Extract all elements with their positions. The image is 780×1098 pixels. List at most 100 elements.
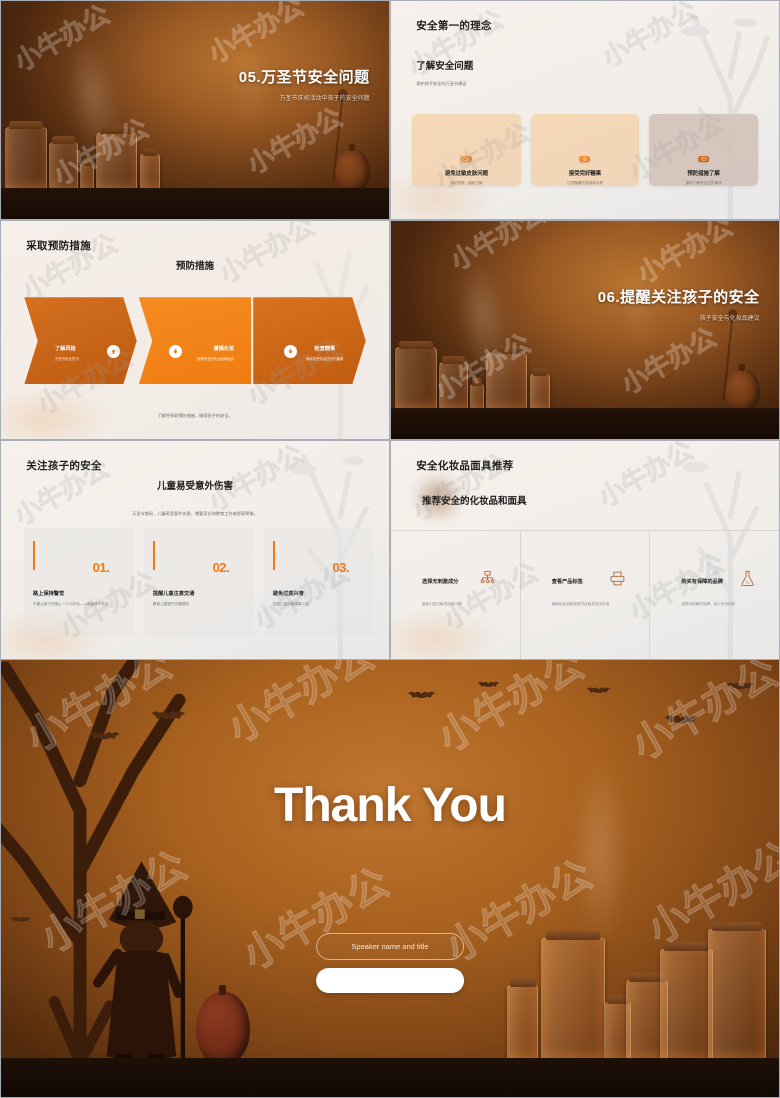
glass-jar [4,120,48,193]
arrow-title: 谨慎化妆 [213,346,235,353]
card-text: 避免过度兴奋 控制儿童的糖果摄入量 [273,590,366,608]
bat-icon [87,726,122,752]
slide-2-description: 保护孩子安全的万圣节建议 [416,80,467,86]
card-text: 路上保持警觉 不要让孩子在晚上一个人外出——确保孩子安全 [33,590,126,608]
hierarchy-icon [479,570,496,592]
arrow-down-icon [283,345,297,359]
slide-6-column-row: 选择无刺激成分 避免引发过敏或皮肤问题 查看产品标签 确保化妆品和面具符合相关安… [391,530,779,659]
bat-icon [9,913,32,930]
slide-6-safe-cosmetics-masks[interactable]: 安全化妆品面具推荐 推荐安全的化妆品和面具 选择无刺激成分 避免引发过敏或皮肤问… [390,440,780,660]
arrow-title: 了解风险 [54,346,76,353]
measure-arrow[interactable]: 谨慎化妆 推荐安全的化妆品和面具 [138,297,252,385]
target-icon [579,155,591,163]
bat-icon [149,704,188,735]
info-card-desc: 注意糖果的质量和对策 [567,181,603,186]
glass-jar [48,135,79,193]
arrow-shape [253,297,366,385]
bat-icon [476,677,501,697]
pumpkin-decoration [334,144,370,193]
glass-jar [707,922,766,1067]
card-number: 03. [332,559,350,575]
shelf-surface [1,188,389,219]
accent-bar [33,541,36,570]
card-number: 02. [212,559,230,575]
info-card[interactable]: 预防措施了解 提前了解安全注意事项 [649,114,758,187]
slide-5-card-row: 01. 路上保持警觉 不要让孩子在晚上一个人外出——确保孩子安全 02. 提醒儿… [24,528,374,638]
card-title: 路上保持警觉 [33,591,65,598]
slide-1-title: 05.万圣节安全问题 [238,69,370,87]
info-card[interactable]: 避免过敏皮肤问题 保护肌肤，避免过敏 [412,114,521,187]
column-header-row: 查看产品标签 [552,570,626,592]
slide-1-subtitle: 万圣节庆祝活动中孩子的安全问题 [279,96,370,103]
glass-jar [530,368,550,413]
arrow-text: 谨慎化妆 推荐安全的化妆品和面具 [182,345,234,362]
measure-arrow[interactable]: 检查糖果 确保接受包装完好的糖果 [253,297,366,385]
accent-bar [272,541,275,570]
glass-jar [486,346,527,413]
slide-1-halloween-safety-title[interactable]: 05.万圣节安全问题 万圣节庆祝活动中孩子的安全问题 小牛办公 小牛办公 小牛办… [0,0,390,220]
arrow-content: 谨慎化妆 推荐安全的化妆品和面具 [169,345,234,362]
numbered-card[interactable]: 01. 路上保持警觉 不要让孩子在晚上一个人外出——确保孩子安全 [24,528,134,638]
folder-icon [460,155,472,163]
shelf-surface [391,408,779,439]
column-desc: 选择可信赖的品牌，减少安全风险 [681,601,736,606]
bat-icon [725,677,756,701]
jar-cluster [394,321,558,413]
speaker-detail-field[interactable] [316,968,464,993]
card-desc: 教育儿童遵守交通规则 [152,602,189,607]
slide-4-child-safety-title[interactable]: 06.提醒关注孩子的安全 孩子安全与化妆品建议 小牛办公 小牛办公 小牛办公 小… [390,220,780,440]
slide-2-safety-first-concept[interactable]: 安全第一的理念 了解安全问题 保护孩子安全的万圣节建议 避免过敏皮肤问题 保护肌… [390,0,780,220]
recommendation-column[interactable]: 购买有保障的品牌 选择可信赖的品牌，减少安全风险 [649,531,779,659]
glass-jar [438,355,469,413]
slide-5-heading: 儿童易受意外伤害 [156,480,233,492]
slide-3-preventive-measures[interactable]: 采取预防措施 预防措施 了解风险 万圣节安全意识 谨慎化妆 推荐安全的化妆品和面… [0,220,390,440]
numbered-card[interactable]: 03. 避免过度兴奋 控制儿童的糖果摄入量 [264,528,374,638]
slide-3-heading: 预防措施 [175,260,214,272]
flask-icon [739,570,756,592]
glass-jar [140,148,160,193]
slide-4-title: 06.提醒关注孩子的安全 [597,289,760,307]
thank-you-title: Thank You [274,778,507,832]
jar-cluster [4,101,168,193]
accent-bar [152,541,156,570]
slide-5-desc-wrap: 万圣节期间，儿童易受意外伤害，需要家长和教育工作者提高警惕。 [1,502,389,520]
slide-3-arrow-row: 了解风险 万圣节安全意识 谨慎化妆 推荐安全的化妆品和面具 检查糖果 确保接受包… [24,297,366,385]
recommendation-column[interactable]: 查看产品标签 确保化妆品和面具符合相关安全标准 [519,531,650,659]
arrow-shape [24,297,137,385]
arrow-text: 了解风险 万圣节安全意识 [55,345,107,362]
arrow-desc: 确保接受包装完好的糖果 [306,357,344,362]
arrow-down-icon [169,345,183,359]
slide-5-focus-child-safety[interactable]: 关注孩子的安全 儿童易受意外伤害 万圣节期间，儿童易受意外伤害，需要家长和教育工… [0,440,390,660]
info-card[interactable]: 接受完好糖果 注意糖果的质量和对策 [530,114,640,187]
arrow-content: 检查糖果 确保接受包装完好的糖果 [283,345,349,362]
column-title: 查看产品标签 [551,578,583,585]
slide-3-title: 采取预防措施 [26,240,92,253]
info-card-desc: 保护肌肤，避免过敏 [450,181,483,186]
arrow-up-icon [106,345,120,359]
tree-watermark-graphic [663,1,772,219]
card-desc: 控制儿童的糖果摄入量 [272,602,309,607]
slide-3-footer-wrap: 了解并采取预防措施，确保孩子的安全。 [1,404,389,422]
measure-arrow[interactable]: 了解风险 万圣节安全意识 [24,297,137,385]
numbered-card[interactable]: 02. 提醒儿童注意交通 教育儿童遵守交通规则 [144,528,254,638]
slide-3-footer: 了解并采取预防措施，确保孩子的安全。 [157,413,233,419]
card-number: 01. [92,559,110,575]
column-header-row: 购买有保障的品牌 [681,570,755,592]
slide-4-text-block: 06.提醒关注孩子的安全 孩子安全与化妆品建议 [519,286,760,322]
speaker-name-field[interactable]: Speaker name and title [316,933,464,961]
arrow-desc: 万圣节安全意识 [54,357,79,362]
floor-surface [1,1057,779,1097]
slide-2-heading: 了解安全问题 [416,60,474,72]
column-desc: 确保化妆品和面具符合相关安全标准 [551,601,610,606]
slide-7-thank-you[interactable]: Thank You Speaker name and title 小牛办公 小牛… [0,660,780,1098]
info-card-desc: 提前了解安全注意事项 [685,181,722,186]
glass-jar [541,930,605,1067]
info-card-title: 避免过敏皮肤问题 [444,171,488,178]
card-desc: 不要让孩子在晚上一个人外出——确保孩子安全 [33,602,109,607]
glass-jar [96,126,137,193]
printer-icon [609,570,626,592]
arrow-desc: 推荐安全的化妆品和面具 [196,357,235,362]
card-text: 提醒儿童注意交通 教育儿童遵守交通规则 [153,590,246,608]
slide-1-background [1,1,389,219]
recommendation-column[interactable]: 选择无刺激成分 避免引发过敏或皮肤问题 [391,531,520,659]
